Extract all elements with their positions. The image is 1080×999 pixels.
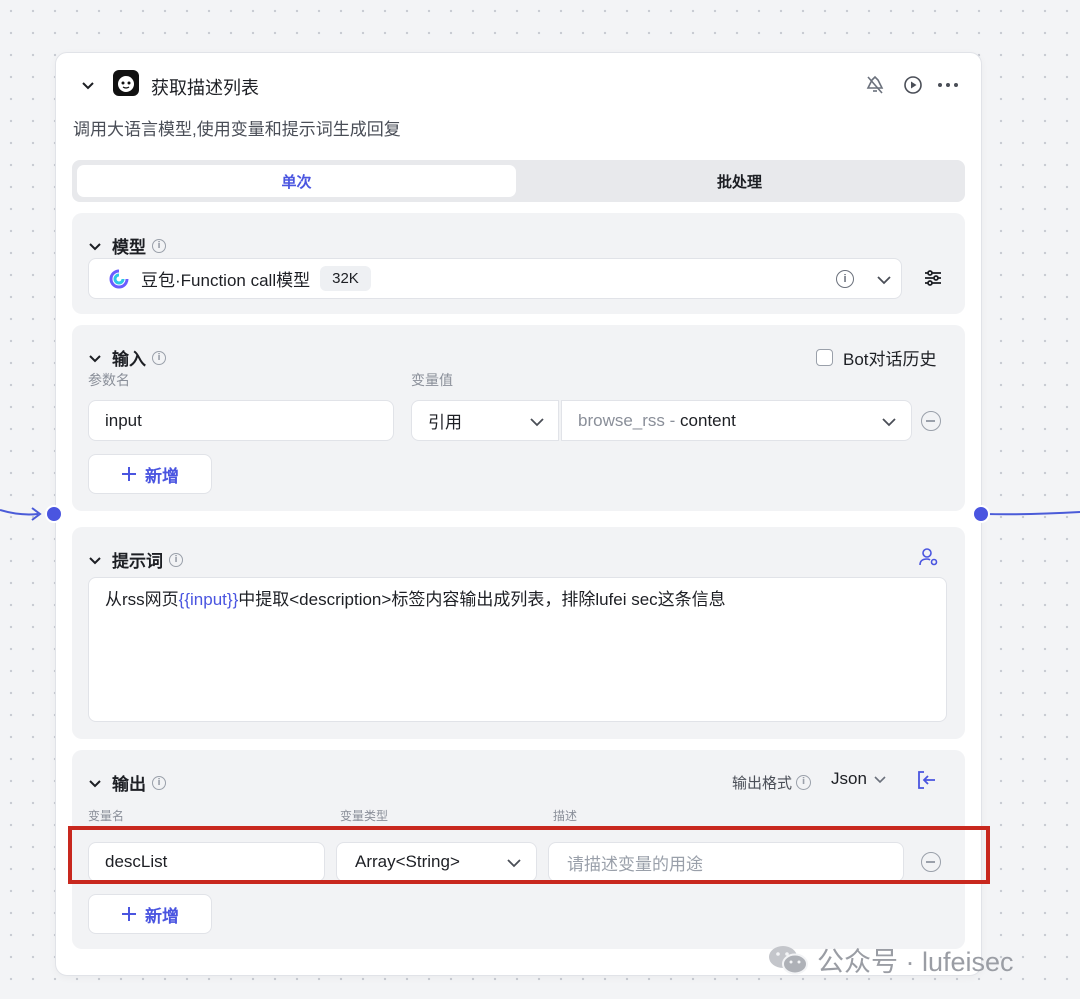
input-section: 输入 i Bot对话历史 参数名 变量值 input 引用 browse_rss… [72,325,965,511]
output-desc-field[interactable]: 请描述变量的用途 [548,842,904,882]
llm-node-card[interactable]: 获取描述列表 调用大语言模型,使用变量和提示词生成回复 单次 批处理 模型 i [55,52,982,976]
var-name-header: 变量名 [88,809,125,823]
output-var-name-field[interactable]: descList [88,842,325,882]
prompt-user-settings-icon[interactable] [918,546,940,568]
outgoing-edge [985,511,1080,516]
input-param-name-value: input [105,410,142,430]
plus-icon [122,467,136,481]
prompt-section-header[interactable]: 提示词 i [88,547,183,572]
prompt-section: 提示词 i 从rss网页{{input}}中提取<description>标签内… [72,527,965,739]
llm-node-icon [113,70,139,96]
checkbox-box[interactable] [816,349,833,366]
input-source-type-value: 引用 [428,413,462,432]
bot-history-checkbox[interactable]: Bot对话历史 [816,345,937,370]
model-section-header[interactable]: 模型 i [88,233,166,258]
model-section: 模型 i 豆包·Function call模型 32K i [72,213,965,314]
add-input-button[interactable]: 新增 [88,454,212,494]
output-var-name-value: descList [105,852,168,871]
chevron-down-icon[interactable] [88,351,102,365]
chevron-down-icon[interactable] [88,553,102,567]
output-var-type-value: Array<String> [355,852,460,871]
ref-field-name: content [680,410,736,430]
info-icon[interactable]: i [152,238,166,253]
model-select[interactable]: 豆包·Function call模型 32K i [88,258,902,299]
model-info-icon[interactable]: i [836,270,854,288]
add-input-label: 新增 [145,466,179,486]
debug-off-icon[interactable] [864,74,886,96]
wechat-icon [769,945,808,974]
prompt-text-after: 中提取<description>标签内容输出成列表，排除lufei sec这条信… [238,590,726,609]
remove-input-icon[interactable] [921,411,941,431]
collapse-chevron-icon[interactable] [78,75,98,95]
input-source-type-select[interactable]: 引用 [411,400,559,441]
var-type-header: 变量类型 [340,809,389,823]
output-section-header[interactable]: 输出 i [88,770,166,795]
output-port[interactable] [972,505,990,523]
output-format-select[interactable]: Json [831,769,887,789]
tab-single-label: 单次 [281,173,312,191]
output-import-icon[interactable] [916,769,938,791]
doubao-logo-icon [109,269,129,288]
input-reference-select[interactable]: browse_rss - content [561,400,912,441]
info-icon[interactable]: i [152,775,166,790]
model-section-label: 模型 [112,238,146,257]
node-title[interactable]: 获取描述列表 [151,74,259,100]
add-output-button[interactable]: 新增 [88,894,212,934]
prompt-text-before: 从rss网页 [105,590,179,609]
chevron-down-icon [530,418,544,427]
output-section-label: 输出 [112,775,146,794]
var-value-header: 变量值 [411,372,453,388]
output-var-type-select[interactable]: Array<String> [336,842,537,882]
chevron-down-icon [874,776,886,784]
model-name: 豆包·Function call模型 [141,271,311,290]
run-test-icon[interactable] [902,74,924,96]
prompt-section-label: 提示词 [112,552,163,571]
add-output-label: 新增 [145,906,179,926]
ref-node-name: browse_rss [578,410,665,430]
output-format-value: Json [831,769,867,788]
model-settings-icon[interactable] [923,268,943,288]
tab-single[interactable]: 单次 [77,165,516,197]
output-section: 输出 i 输出格式 i Json 变量名 变量类型 描述 descList Ar… [72,750,965,949]
chevron-down-icon [507,859,521,868]
output-desc-placeholder: 请描述变量的用途 [567,854,703,874]
input-section-header[interactable]: 输入 i [88,345,166,370]
info-icon[interactable]: i [152,350,166,365]
input-param-name-field[interactable]: input [88,400,394,441]
input-port[interactable] [45,505,63,523]
ref-separator: - [664,410,681,430]
info-icon[interactable]: i [796,775,812,790]
watermark-text: 公众号 · lufeisec [817,947,1014,977]
bot-history-label: Bot对话历史 [843,350,937,369]
output-format-label: 输出格式 [732,775,793,792]
tab-batch-label: 批处理 [716,173,762,191]
more-options-icon[interactable] [936,74,960,96]
input-section-label: 输入 [112,350,146,369]
prompt-variable: {{input}} [178,590,239,609]
chevron-down-icon [882,418,896,427]
chevron-down-icon[interactable] [88,239,102,253]
node-description: 调用大语言模型,使用变量和提示词生成回复 [73,120,401,139]
mode-tabs: 单次 批处理 [72,160,965,202]
chevron-down-icon[interactable] [88,776,102,790]
plus-icon [122,907,136,921]
param-name-header: 参数名 [88,372,130,388]
output-format-label-group: 输出格式 i [732,772,812,793]
model-context-badge: 32K [320,266,371,291]
desc-header: 描述 [553,809,578,823]
tab-batch[interactable]: 批处理 [520,165,959,197]
model-chevron-down-icon[interactable] [875,271,893,289]
info-icon[interactable]: i [169,552,183,567]
prompt-textarea[interactable]: 从rss网页{{input}}中提取<description>标签内容输出成列表… [88,577,947,722]
watermark: 公众号 · lufeisec [767,940,1014,979]
remove-output-icon[interactable] [921,852,941,872]
